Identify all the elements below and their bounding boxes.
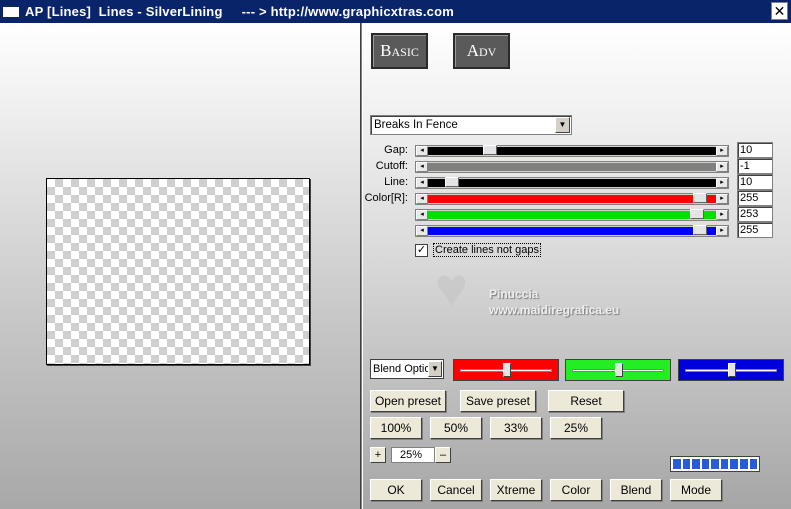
ok-button[interactable]: OK (370, 479, 422, 501)
line-track[interactable] (428, 179, 716, 187)
progress-segment (720, 459, 729, 469)
color-r-thumb[interactable] (692, 193, 707, 203)
xtreme-button[interactable]: Xtreme (490, 479, 542, 501)
blend-blue-slider[interactable] (678, 359, 784, 381)
create-lines-checkbox[interactable]: ✓ (415, 243, 428, 257)
mode-select-value: Breaks In Fence (374, 119, 458, 131)
scroll-right-icon[interactable]: ▸ (716, 226, 728, 236)
zoom-25-button[interactable]: 25% (550, 417, 602, 439)
color-g-value-field[interactable]: 253 (737, 206, 773, 222)
blend-options-select[interactable]: Blend Optio ▼ (370, 359, 444, 379)
blend-blue-thumb[interactable] (728, 363, 736, 377)
cutoff-slider[interactable]: ◂ ▸ (415, 161, 729, 173)
title-bar: AP [Lines] Lines - SilverLining --- > ht… (0, 0, 791, 23)
line-slider[interactable]: ◂ ▸ (415, 177, 729, 189)
color-b-value-field[interactable]: 255 (737, 222, 773, 238)
watermark-url: www.maidiregrafica.eu (489, 303, 620, 317)
window-title: AP [Lines] Lines - SilverLining --- > ht… (25, 4, 454, 19)
zoom-out-button[interactable]: – (435, 447, 451, 463)
color-g-track[interactable] (428, 211, 716, 219)
cutoff-track[interactable] (428, 163, 716, 171)
progress-bar (670, 456, 760, 472)
gap-slider[interactable]: ◂ ▸ (415, 145, 729, 157)
color-b-track[interactable] (428, 227, 716, 235)
cutoff-label: Cutoff: (375, 160, 408, 172)
color-b-slider[interactable]: ◂ ▸ (415, 225, 729, 237)
progress-segment (711, 459, 719, 469)
scroll-left-icon[interactable]: ◂ (416, 194, 428, 204)
blend-green-thumb[interactable] (615, 363, 623, 377)
zoom-100-button[interactable]: 100% (370, 417, 422, 439)
color-b-thumb[interactable] (692, 225, 707, 235)
zoom-33-button[interactable]: 33% (490, 417, 542, 439)
mode-select[interactable]: Breaks In Fence ▼ (370, 115, 572, 135)
close-button[interactable]: ✕ (771, 2, 788, 20)
scroll-right-icon[interactable]: ▸ (716, 162, 728, 172)
open-preset-button[interactable]: Open preset (370, 390, 446, 412)
save-preset-button[interactable]: Save preset (460, 390, 536, 412)
blend-red-thumb[interactable] (503, 363, 511, 377)
create-lines-checkbox-row[interactable]: ✓ Create lines not gaps (415, 243, 541, 257)
line-label: Line: (384, 176, 408, 188)
scroll-right-icon[interactable]: ▸ (716, 178, 728, 188)
scroll-left-icon[interactable]: ◂ (416, 226, 428, 236)
progress-segment (749, 459, 758, 469)
chevron-down-icon[interactable]: ▼ (555, 117, 570, 133)
blend-button[interactable]: Blend (610, 479, 662, 501)
progress-segment (739, 459, 748, 469)
gap-label: Gap: (384, 144, 408, 156)
control-panel: Basic Adv Breaks In Fence ▼ Gap: ◂ ▸ 10 Cuto… (363, 23, 791, 509)
zoom-field[interactable]: 25% (391, 447, 435, 463)
scroll-left-icon[interactable]: ◂ (416, 162, 428, 172)
preview-canvas[interactable] (46, 178, 310, 365)
blend-green-slider[interactable] (565, 359, 671, 381)
scroll-right-icon[interactable]: ▸ (716, 210, 728, 220)
color-g-thumb[interactable] (690, 209, 705, 219)
blend-select-value: Blend Optio (373, 363, 431, 375)
scroll-left-icon[interactable]: ◂ (416, 146, 428, 156)
heart-icon: ♥ (435, 256, 469, 319)
watermark: ♥ Pinuccia www.maidiregrafica.eu (433, 256, 663, 323)
blend-red-slider[interactable] (453, 359, 559, 381)
progress-segment (682, 459, 691, 469)
preview-pane (0, 23, 361, 509)
scroll-right-icon[interactable]: ▸ (716, 146, 728, 156)
progress-segment (692, 459, 700, 469)
color-r-track[interactable] (428, 195, 716, 203)
color-g-slider[interactable]: ◂ ▸ (415, 209, 729, 221)
line-value-field[interactable]: 10 (737, 174, 773, 190)
scroll-left-icon[interactable]: ◂ (416, 210, 428, 220)
gap-value-field[interactable]: 10 (737, 142, 773, 158)
watermark-name: Pinuccia (489, 287, 539, 301)
color-r-slider[interactable]: ◂ ▸ (415, 193, 729, 205)
tab-adv[interactable]: Adv (453, 33, 510, 69)
color-r-label: Color[R]: (364, 192, 408, 204)
scroll-right-icon[interactable]: ▸ (716, 194, 728, 204)
zoom-50-button[interactable]: 50% (430, 417, 482, 439)
cancel-button[interactable]: Cancel (430, 479, 482, 501)
progress-segment (701, 459, 710, 469)
tab-basic[interactable]: Basic (371, 33, 428, 69)
mode-button[interactable]: Mode (670, 479, 722, 501)
scroll-left-icon[interactable]: ◂ (416, 178, 428, 188)
progress-segment (673, 459, 681, 469)
progress-segment (730, 459, 738, 469)
reset-button[interactable]: Reset (548, 390, 624, 412)
color-r-value-field[interactable]: 255 (737, 190, 773, 206)
create-lines-label: Create lines not gaps (433, 243, 541, 257)
cutoff-value-field[interactable]: -1 (737, 158, 773, 174)
app-icon (3, 6, 19, 17)
gap-track[interactable] (428, 147, 716, 155)
line-thumb[interactable] (444, 177, 459, 187)
zoom-in-button[interactable]: + (370, 447, 386, 463)
color-button[interactable]: Color (550, 479, 602, 501)
gap-thumb[interactable] (483, 145, 498, 155)
chevron-down-icon[interactable]: ▼ (428, 361, 442, 377)
